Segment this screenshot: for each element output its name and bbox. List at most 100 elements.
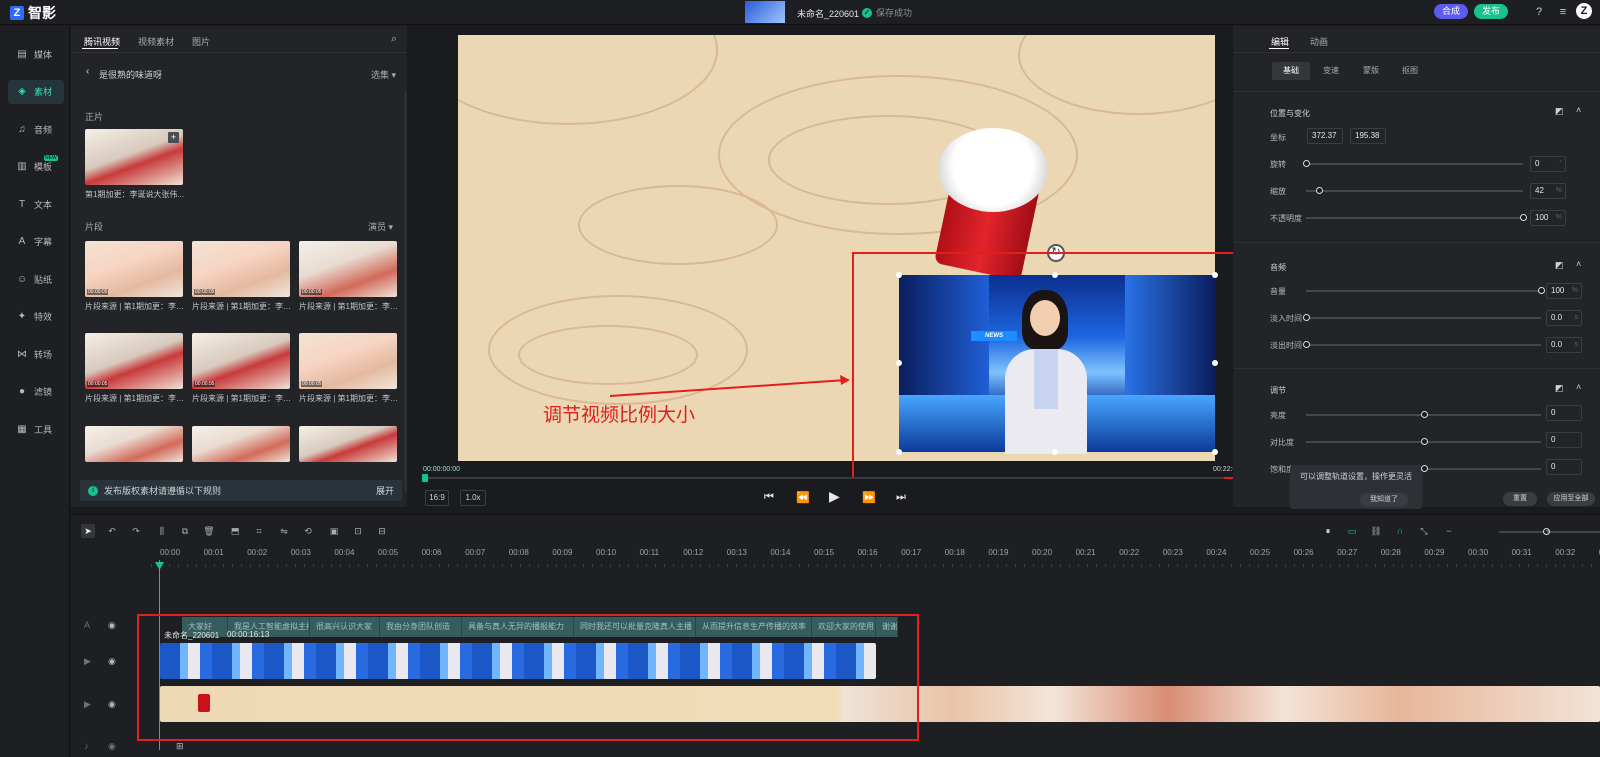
skip-end-icon[interactable]: ⏭ xyxy=(896,491,906,504)
scale-slider[interactable] xyxy=(1306,190,1523,192)
add-icon[interactable]: + xyxy=(168,132,179,143)
playback-speed-button[interactable]: 1.0x xyxy=(460,490,486,506)
skip-start-icon[interactable]: ⏮ xyxy=(764,491,774,504)
project-name[interactable]: 未命名_220601 xyxy=(797,7,859,20)
sidebar-item-filter[interactable]: ● 滤镜 xyxy=(8,380,64,404)
app-logo[interactable]: Z 智影 xyxy=(10,3,56,23)
volume-slider-knob[interactable] xyxy=(1538,287,1545,294)
preview-progress-knob[interactable] xyxy=(422,474,428,482)
sidebar-item-folder[interactable]: ▤ 媒体 xyxy=(8,42,64,66)
rotate-slider[interactable] xyxy=(1306,163,1523,165)
episode-filter[interactable]: 选集 ▾ xyxy=(371,68,396,81)
preview-progress-track[interactable] xyxy=(424,477,1224,479)
scale-input[interactable]: 42% xyxy=(1530,183,1566,199)
clip-thumbnail[interactable]: 00:00:05 xyxy=(299,241,397,297)
split-icon[interactable]: ⫼ xyxy=(155,524,169,538)
play-icon[interactable]: ▶ xyxy=(829,488,840,505)
sidebar-item-layers[interactable]: ◈ 素材 xyxy=(8,79,64,104)
sidebar-item-music-note[interactable]: ♫ 音频 xyxy=(8,117,64,141)
fade-in-slider[interactable] xyxy=(1306,317,1541,319)
magnet-icon[interactable]: ∩ xyxy=(1393,524,1407,538)
apply-all-button[interactable]: 应用至全部 xyxy=(1547,492,1595,506)
sidebar-item-template[interactable]: ▥ 模板 NEW xyxy=(8,154,64,179)
step-back-icon[interactable]: ⏪ xyxy=(796,491,810,504)
eye-icon[interactable]: ◉ xyxy=(108,699,116,710)
clip-thumbnail[interactable]: 00:00:05 xyxy=(192,241,290,297)
delete-icon[interactable]: 🗑 xyxy=(202,524,216,538)
rotate-slider-knob[interactable] xyxy=(1303,160,1310,167)
actor-filter[interactable]: 演员 ▾ xyxy=(368,220,393,233)
pause-track-icon[interactable]: ⏸ xyxy=(1321,524,1335,538)
scale-slider-knob[interactable] xyxy=(1316,187,1324,194)
crop-icon[interactable]: ⌗ xyxy=(252,524,266,538)
opacity-input[interactable]: 100% xyxy=(1530,210,1566,226)
zoom-out-icon[interactable]: − xyxy=(1442,524,1456,538)
sidebar-item-transition[interactable]: ⋈ 转场 xyxy=(8,342,64,366)
sidebar-item-sticker[interactable]: ☺ 贴纸 xyxy=(8,267,64,291)
main-clip-thumbnail[interactable]: + xyxy=(85,129,183,185)
clip-thumbnail[interactable]: 00:00:05 xyxy=(85,241,183,297)
subtab-speed[interactable]: 变速 xyxy=(1314,62,1348,80)
mirror-icon[interactable]: ⇋ xyxy=(277,524,291,538)
saturation-slider-knob[interactable] xyxy=(1420,465,1428,472)
eye-icon[interactable]: ◉ xyxy=(108,620,116,631)
clip-thumbnail[interactable] xyxy=(192,426,290,462)
fadein-slider-knob[interactable] xyxy=(1303,314,1310,321)
zoom-in-icon[interactable]: + xyxy=(1541,524,1555,538)
tab-video-assets[interactable]: 视频素材 xyxy=(138,35,174,48)
fit-icon[interactable]: ⤡ xyxy=(1417,524,1431,538)
reset-button[interactable]: 重置 xyxy=(1503,492,1537,506)
rotate-input[interactable]: 0 ° xyxy=(1530,156,1566,172)
collapse-chevron-icon[interactable]: ˄ xyxy=(1576,382,1581,392)
fade-out-input[interactable]: 0.0 s xyxy=(1546,337,1582,353)
reverse-icon[interactable]: ⟲ xyxy=(301,524,315,538)
opacity-slider-knob[interactable] xyxy=(1520,214,1527,221)
coord-x-input[interactable]: 372.37 xyxy=(1307,128,1343,144)
fade-in-input[interactable]: 0.0 s xyxy=(1546,310,1582,326)
tab-edit[interactable]: 编辑 xyxy=(1271,35,1289,48)
compose-button[interactable]: 合成 xyxy=(1434,4,1468,19)
eye-icon[interactable]: ◉ xyxy=(108,741,116,752)
volume-slider[interactable] xyxy=(1306,290,1541,292)
redo-icon[interactable]: ↷ xyxy=(129,524,143,538)
brightness-input[interactable]: 0 xyxy=(1546,405,1582,421)
coord-y-input[interactable]: 195.38 xyxy=(1350,128,1386,144)
user-avatar[interactable]: Z xyxy=(1576,3,1592,19)
keyframe-icon[interactable]: ◩ xyxy=(1555,106,1564,117)
link-icon[interactable]: ⛓ xyxy=(1369,524,1383,538)
tab-tencent-video[interactable]: 腾讯视频 xyxy=(84,35,120,48)
keyframe-icon[interactable]: ◩ xyxy=(1555,260,1564,271)
back-arrow-icon[interactable]: ‹ xyxy=(86,66,89,77)
tab-animation[interactable]: 动画 xyxy=(1310,35,1328,48)
aspect-ratio-button[interactable]: 16:9 xyxy=(425,490,449,506)
replace-icon[interactable]: ▣ xyxy=(327,524,341,538)
sidebar-item-subtitle[interactable]: A 字幕 xyxy=(8,230,64,254)
subtab-mask[interactable]: 蒙版 xyxy=(1354,62,1388,80)
clip-thumbnail[interactable]: 00:00:05 xyxy=(299,333,397,389)
mute-icon[interactable]: ⊟ xyxy=(375,524,389,538)
freeze-icon[interactable]: ⬒ xyxy=(228,524,242,538)
step-forward-icon[interactable]: ⏩ xyxy=(862,491,876,504)
tab-images[interactable]: 图片 xyxy=(192,35,210,48)
brightness-slider-knob[interactable] xyxy=(1420,411,1428,418)
subtab-basic[interactable]: 基础 xyxy=(1272,62,1310,80)
opacity-slider[interactable] xyxy=(1306,217,1523,219)
publish-button[interactable]: 发布 xyxy=(1474,4,1508,19)
menu-icon[interactable]: ≡ xyxy=(1555,4,1571,20)
snap-icon[interactable]: ▭ xyxy=(1345,524,1359,538)
keyframe-icon[interactable]: ◩ xyxy=(1555,383,1564,394)
export-frame-icon[interactable]: ⊡ xyxy=(351,524,365,538)
clip-thumbnail[interactable]: 00:00:05 xyxy=(85,333,183,389)
sidebar-item-text[interactable]: T 文本 xyxy=(8,192,64,216)
contrast-input[interactable]: 0 xyxy=(1546,432,1582,448)
media-scrollbar[interactable] xyxy=(404,92,407,492)
clip-thumbnail[interactable]: 00:00:05 xyxy=(192,333,290,389)
fade-out-slider[interactable] xyxy=(1306,344,1541,346)
sidebar-item-sparkle[interactable]: ✦ 特效 xyxy=(8,305,64,329)
contrast-slider-knob[interactable] xyxy=(1420,438,1428,445)
saturation-input[interactable]: 0 xyxy=(1546,459,1582,475)
clip-thumbnail[interactable] xyxy=(299,426,397,462)
add-track-icon[interactable]: ⊞ xyxy=(176,741,184,752)
notice-expand-link[interactable]: 展开 xyxy=(376,484,394,497)
subtab-matting[interactable]: 抠图 xyxy=(1393,62,1427,80)
